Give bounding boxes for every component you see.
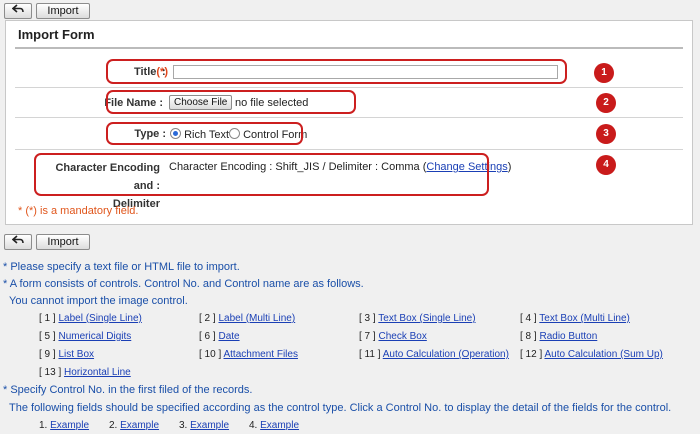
back-arrow-icon bbox=[11, 235, 24, 244]
callout-box-1 bbox=[106, 59, 567, 84]
control-item: [ 13 ] Horizontal Line bbox=[39, 367, 131, 378]
control-item: [ 12 ] Auto Calculation (Sum Up) bbox=[520, 349, 663, 360]
mandatory-note: * (*) is a mandatory field. bbox=[18, 205, 139, 217]
note-controls: * A form consists of controls. Control N… bbox=[3, 278, 364, 290]
import-button[interactable]: Import bbox=[36, 3, 90, 19]
back-arrow-icon bbox=[11, 4, 24, 13]
control-link[interactable]: Auto Calculation (Sum Up) bbox=[544, 349, 662, 360]
marker-1: 1 bbox=[594, 63, 614, 83]
callout-box-3 bbox=[106, 122, 303, 145]
control-link[interactable]: Radio Button bbox=[539, 331, 597, 342]
marker-3: 3 bbox=[596, 124, 616, 144]
row-separator bbox=[15, 117, 683, 118]
control-item: [ 7 ] Check Box bbox=[359, 331, 427, 342]
control-link[interactable]: List Box bbox=[58, 349, 94, 360]
example-link[interactable]: Example bbox=[260, 420, 299, 431]
control-link[interactable]: Horizontal Line bbox=[64, 367, 131, 378]
control-item: [ 1 ] Label (Single Line) bbox=[39, 313, 142, 324]
form-title: Import Form bbox=[18, 27, 95, 42]
control-link[interactable]: Attachment Files bbox=[223, 349, 297, 360]
top-toolbar: Import bbox=[4, 3, 90, 21]
bottom-toolbar: Import bbox=[4, 234, 90, 252]
control-link[interactable]: Text Box (Multi Line) bbox=[539, 313, 630, 324]
control-link[interactable]: Auto Calculation (Operation) bbox=[383, 349, 509, 360]
example-link[interactable]: Example bbox=[120, 420, 159, 431]
import-button-bottom[interactable]: Import bbox=[36, 234, 90, 250]
control-item: [ 6 ] Date bbox=[199, 331, 240, 342]
control-link[interactable]: Text Box (Single Line) bbox=[378, 313, 475, 324]
marker-4: 4 bbox=[596, 155, 616, 175]
row-separator bbox=[15, 87, 683, 88]
import-form-panel: Import Form Title(*) : 1 File Name : Cho… bbox=[5, 20, 693, 225]
note-image-control: You cannot import the image control. bbox=[9, 295, 188, 307]
example-item: 3. Example bbox=[179, 420, 230, 431]
control-item: [ 3 ] Text Box (Single Line) bbox=[359, 313, 476, 324]
control-item: [ 2 ] Label (Multi Line) bbox=[199, 313, 296, 324]
title-divider bbox=[15, 47, 683, 49]
control-item: [ 10 ] Attachment Files bbox=[199, 349, 298, 360]
example-item: 4. Example bbox=[249, 420, 300, 431]
example-item: 2. Example bbox=[109, 420, 160, 431]
control-link[interactable]: Check Box bbox=[378, 331, 426, 342]
back-button[interactable] bbox=[4, 3, 32, 19]
control-item: [ 5 ] Numerical Digits bbox=[39, 331, 132, 342]
control-link[interactable]: Numerical Digits bbox=[58, 331, 131, 342]
marker-2: 2 bbox=[596, 93, 616, 113]
control-link[interactable]: Label (Single Line) bbox=[58, 313, 141, 324]
example-link[interactable]: Example bbox=[50, 420, 89, 431]
control-link[interactable]: Date bbox=[218, 331, 239, 342]
back-button-bottom[interactable] bbox=[4, 234, 32, 250]
note-text-file: * Please specify a text file or HTML fil… bbox=[3, 261, 240, 273]
control-item: [ 4 ] Text Box (Multi Line) bbox=[520, 313, 630, 324]
control-link[interactable]: Label (Multi Line) bbox=[218, 313, 295, 324]
callout-box-2 bbox=[106, 90, 356, 114]
example-link[interactable]: Example bbox=[190, 420, 229, 431]
control-item: [ 8 ] Radio Button bbox=[520, 331, 598, 342]
note-fields: The following fields should be specified… bbox=[9, 402, 672, 414]
control-item: [ 11 ] Auto Calculation (Operation) bbox=[359, 349, 509, 360]
control-item: [ 9 ] List Box bbox=[39, 349, 95, 360]
example-item: 1. Example bbox=[39, 420, 90, 431]
note-control-no: * Specify Control No. in the first filed… bbox=[3, 384, 253, 396]
callout-box-4 bbox=[34, 153, 489, 196]
row-separator bbox=[15, 149, 683, 150]
